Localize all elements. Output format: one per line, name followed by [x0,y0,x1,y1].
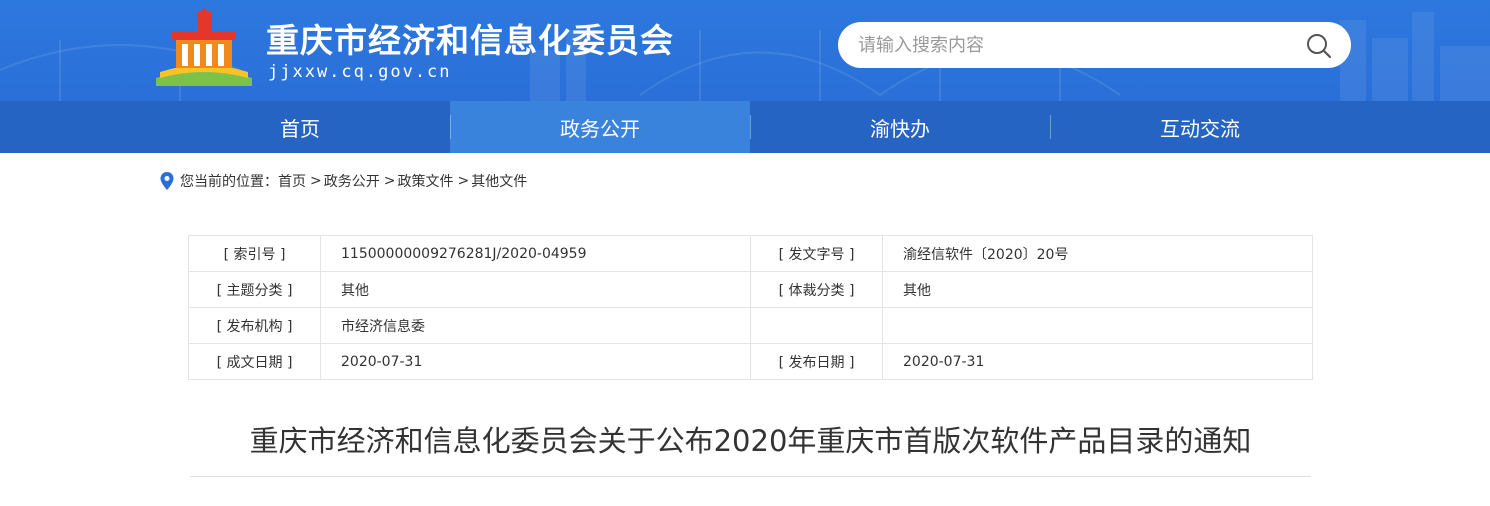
site-logo-icon [156,8,252,86]
breadcrumb-separator: > [383,173,396,189]
table-row: [ 索引号 ] 11500000009276281J/2020-04959 [ … [188,235,1313,272]
search-box [838,22,1351,68]
meta-value-publish-date: 2020-07-31 [882,343,1313,380]
breadcrumb-government-affairs[interactable]: 政务公开 [324,171,380,191]
title-divider [190,476,1311,477]
breadcrumb-separator: > [457,173,470,189]
meta-label: [ 发文字号 ] [750,235,883,272]
meta-value-topic-category: 其他 [320,271,751,308]
meta-label: [ 主题分类 ] [188,271,321,308]
table-row: [ 主题分类 ] 其他 [ 体裁分类 ] 其他 [188,271,1313,308]
meta-label-empty [750,307,883,344]
meta-value-genre-category: 其他 [882,271,1313,308]
meta-value-written-date: 2020-07-31 [320,343,751,380]
table-row: [ 发布机构 ] 市经济信息委 [188,307,1313,344]
document-title: 重庆市经济和信息化委员会关于公布2020年重庆市首版次软件产品目录的通知 [249,424,1252,458]
location-pin-icon [160,172,174,190]
breadcrumb-policy-documents[interactable]: 政策文件 [397,171,453,191]
search-input[interactable] [858,30,1278,60]
breadcrumb-separator: > [310,173,322,189]
nav-item-government-affairs[interactable]: 政务公开 [450,101,750,153]
breadcrumb-prefix: 您当前的位置： [180,174,278,190]
main-nav: 首页 政务公开 渝快办 互动交流 [0,101,1490,153]
meta-label: [ 发布日期 ] [750,343,883,380]
breadcrumb-home[interactable]: 首页 [278,171,306,191]
search-icon[interactable] [1305,32,1333,60]
breadcrumb: 您当前的位置： 首页 > 政务公开 > 政策文件 > 其他文件 [160,170,527,192]
meta-label: [ 体裁分类 ] [750,271,883,308]
meta-value-index-number: 11500000009276281J/2020-04959 [320,235,751,272]
nav-item-home[interactable]: 首页 [150,101,450,153]
meta-label: [ 索引号 ] [188,235,321,272]
site-title: 重庆市经济和信息化委员会 [266,21,674,60]
document-meta-table: [ 索引号 ] 11500000009276281J/2020-04959 [ … [188,235,1313,380]
meta-label: [ 发布机构 ] [188,307,321,344]
breadcrumb-other-documents[interactable]: 其他文件 [471,171,527,191]
meta-value-empty [882,307,1313,344]
site-domain: jjxxw.cq.gov.cn [268,62,452,82]
nav-item-yukuaiban[interactable]: 渝快办 [750,101,1050,153]
nav-item-interaction[interactable]: 互动交流 [1050,101,1350,153]
site-header: 重庆市经济和信息化委员会 jjxxw.cq.gov.cn [0,0,1490,101]
meta-value-publisher: 市经济信息委 [320,307,751,344]
meta-value-document-number: 渝经信软件〔2020〕20号 [882,235,1313,272]
table-row: [ 成文日期 ] 2020-07-31 [ 发布日期 ] 2020-07-31 [188,343,1313,380]
meta-label: [ 成文日期 ] [188,343,321,380]
